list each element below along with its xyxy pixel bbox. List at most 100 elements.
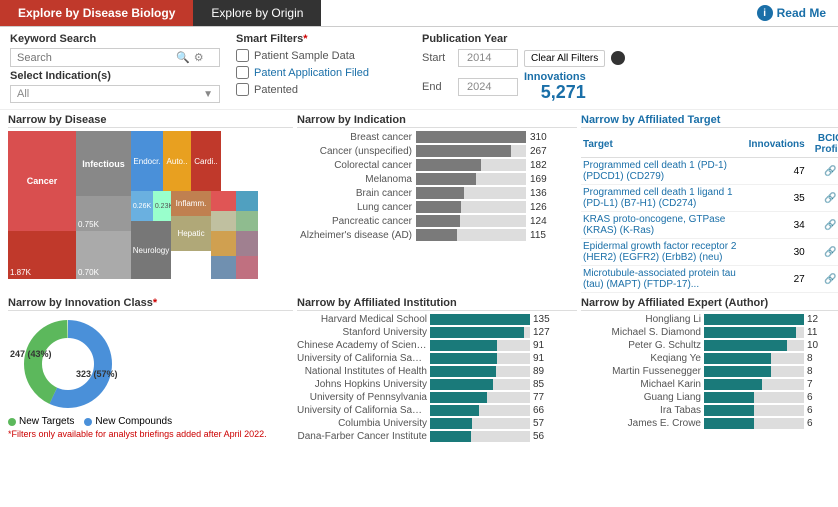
legend-new-compounds: New Compounds — [84, 416, 172, 427]
institution-bar-row[interactable]: University of California San Fr... 91 — [297, 353, 577, 364]
institution-bar-row[interactable]: Stanford University 127 — [297, 327, 577, 338]
treemap-neurology[interactable]: Neurology — [131, 221, 171, 279]
indication-bar-value: 136 — [530, 188, 555, 199]
tab-origin[interactable]: Explore by Origin — [193, 0, 321, 26]
treemap-misc8[interactable] — [236, 256, 258, 279]
institution-bar-row[interactable]: University of Pennsylvania 77 — [297, 392, 577, 403]
target-bciq[interactable]: 🔗 — [807, 266, 838, 293]
indication-bar-row[interactable]: Colorectal cancer 182 — [297, 159, 577, 171]
expert-bar-row[interactable]: Keqiang Ye 8 — [581, 353, 838, 364]
institution-bar-row[interactable]: Columbia University 57 — [297, 418, 577, 429]
expert-bar-row[interactable]: Michael Karin 7 — [581, 379, 838, 390]
target-bciq[interactable]: 🔗 — [807, 158, 838, 185]
filter-patented[interactable]: Patented — [236, 83, 406, 96]
target-row[interactable]: Epidermal growth factor receptor 2 (HER2… — [581, 239, 838, 266]
indication-title: Narrow by Indication — [297, 114, 577, 128]
filter-icon[interactable]: ⚙ — [194, 51, 204, 64]
patient-sample-checkbox[interactable] — [236, 49, 249, 62]
target-innovations: 27 — [747, 266, 807, 293]
treemap-auto[interactable]: Auto.. — [163, 131, 191, 191]
treemap-inflamm[interactable]: Inflamm. — [171, 191, 211, 216]
target-row[interactable]: Programmed cell death 1 ligand 1 (PD-L1)… — [581, 185, 838, 212]
expert-bar-value: 8 — [807, 366, 825, 377]
institution-bar-row[interactable]: National Institutes of Health 89 — [297, 366, 577, 377]
narrow-by-innovation-class: Narrow by Innovation Class* 247 (43%) 32… — [8, 297, 293, 444]
indication-bar-label: Colorectal cancer — [297, 160, 412, 171]
target-table: Target Innovations BCIQ Profile Programm… — [581, 131, 838, 293]
expert-bar-outer — [704, 314, 804, 325]
expert-bar-value: 7 — [807, 379, 825, 390]
treemap-misc7[interactable] — [211, 256, 236, 279]
treemap-misc1[interactable] — [211, 191, 236, 211]
target-bciq[interactable]: 🔗 — [807, 185, 838, 212]
tab-disease[interactable]: Explore by Disease Biology — [0, 0, 193, 26]
expert-bar-row[interactable]: James E. Crowe 6 — [581, 418, 838, 429]
search-box: 🔍 ⚙ — [10, 48, 220, 67]
target-bciq[interactable]: 🔗 — [807, 212, 838, 239]
institution-bar-row[interactable]: Dana-Farber Cancer Institute 56 — [297, 431, 577, 442]
expert-bar-inner — [704, 405, 754, 416]
treemap-cancer[interactable]: Cancer — [8, 131, 76, 231]
institution-bar-row[interactable]: University of California San Die... 66 — [297, 405, 577, 416]
treemap-infectious-bottom[interactable]: 0.75K — [76, 196, 131, 231]
target-row[interactable]: Programmed cell death 1 (PD-1) (PDCD1) (… — [581, 158, 838, 185]
keyword-label: Keyword Search — [10, 33, 220, 45]
institution-bar-row[interactable]: Johns Hopkins University 85 — [297, 379, 577, 390]
filter-patent-application[interactable]: Patent Application Filed — [236, 66, 406, 79]
treemap-infectious[interactable]: Infectious — [76, 131, 131, 196]
treemap-cancer-bottom[interactable]: 1.87K — [8, 231, 76, 279]
indication-bar-inner — [416, 215, 460, 227]
expert-bar-row[interactable]: Hongliang Li 12 — [581, 314, 838, 325]
treemap-misc4[interactable] — [236, 211, 258, 231]
indication-bar-row[interactable]: Pancreatic cancer 124 — [297, 215, 577, 227]
expert-bar-label: Guang Liang — [581, 392, 701, 403]
target-bciq[interactable]: 🔗 — [807, 239, 838, 266]
expert-bar-row[interactable]: Ira Tabas 6 — [581, 405, 838, 416]
treemap-hepatic[interactable]: Hepatic — [171, 216, 211, 251]
indication-bar-row[interactable]: Melanoma 169 — [297, 173, 577, 185]
target-name: Programmed cell death 1 (PD-1) (PDCD1) (… — [581, 158, 747, 185]
indication-bar-row[interactable]: Cancer (unspecified) 267 — [297, 145, 577, 157]
treemap-misc6[interactable] — [236, 231, 258, 256]
target-col-header: Target — [581, 131, 747, 158]
patent-application-checkbox[interactable] — [236, 66, 249, 79]
treemap-misc2[interactable] — [236, 191, 258, 211]
smart-filters-label: Smart Filters* — [236, 33, 406, 45]
indication-bar-row[interactable]: Brain cancer 136 — [297, 187, 577, 199]
treemap-0-26k[interactable]: 0.26K — [131, 191, 153, 221]
expert-bar-outer — [704, 418, 804, 429]
indication-bar-outer — [416, 131, 526, 143]
treemap-infectious-bottom2[interactable]: 0.70K — [76, 231, 131, 279]
institution-bar-row[interactable]: Harvard Medical School 135 — [297, 314, 577, 325]
expert-bar-row[interactable]: Martin Fussenegger 8 — [581, 366, 838, 377]
filter-patient-sample[interactable]: Patient Sample Data — [236, 49, 406, 62]
donut-chart — [13, 314, 123, 414]
treemap-cardi[interactable]: Cardi.. — [191, 131, 221, 191]
expert-bar-row[interactable]: Guang Liang 6 — [581, 392, 838, 403]
indication-bar-row[interactable]: Breast cancer 310 — [297, 131, 577, 143]
treemap-misc5[interactable] — [211, 231, 236, 256]
expert-bar-row[interactable]: Peter G. Schultz 10 — [581, 340, 838, 351]
expert-bar-row[interactable]: Michael S. Diamond 11 — [581, 327, 838, 338]
indication-select[interactable]: All ▼ — [10, 85, 220, 103]
institution-bar-outer — [430, 392, 530, 403]
patented-checkbox[interactable] — [236, 83, 249, 96]
target-row[interactable]: Microtubule-associated protein tau (tau)… — [581, 266, 838, 293]
institution-bar-row[interactable]: Chinese Academy of Sciences 91 — [297, 340, 577, 351]
indication-bar-row[interactable]: Alzheimer's disease (AD) 115 — [297, 229, 577, 241]
treemap-endocr[interactable]: Endocr. — [131, 131, 163, 191]
treemap[interactable]: Cancer 1.87K Infectious 0.75K 0.70K Endo… — [8, 131, 273, 279]
institution-bar-value: 85 — [533, 379, 555, 390]
disease-title: Narrow by Disease — [8, 114, 293, 128]
expert-bar-outer — [704, 379, 804, 390]
search-icon[interactable]: 🔍 — [176, 51, 190, 64]
expert-bar-value: 6 — [807, 418, 825, 429]
read-me-button[interactable]: i Read Me — [745, 1, 838, 25]
search-input[interactable] — [17, 52, 172, 64]
expert-bar-outer — [704, 405, 804, 416]
institution-bar-outer — [430, 379, 530, 390]
target-row[interactable]: KRAS proto-oncogene, GTPase (KRAS) (K-Ra… — [581, 212, 838, 239]
treemap-misc3[interactable] — [211, 211, 236, 231]
clear-all-filters-button[interactable]: Clear All Filters — [524, 50, 605, 67]
indication-bar-row[interactable]: Lung cancer 126 — [297, 201, 577, 213]
